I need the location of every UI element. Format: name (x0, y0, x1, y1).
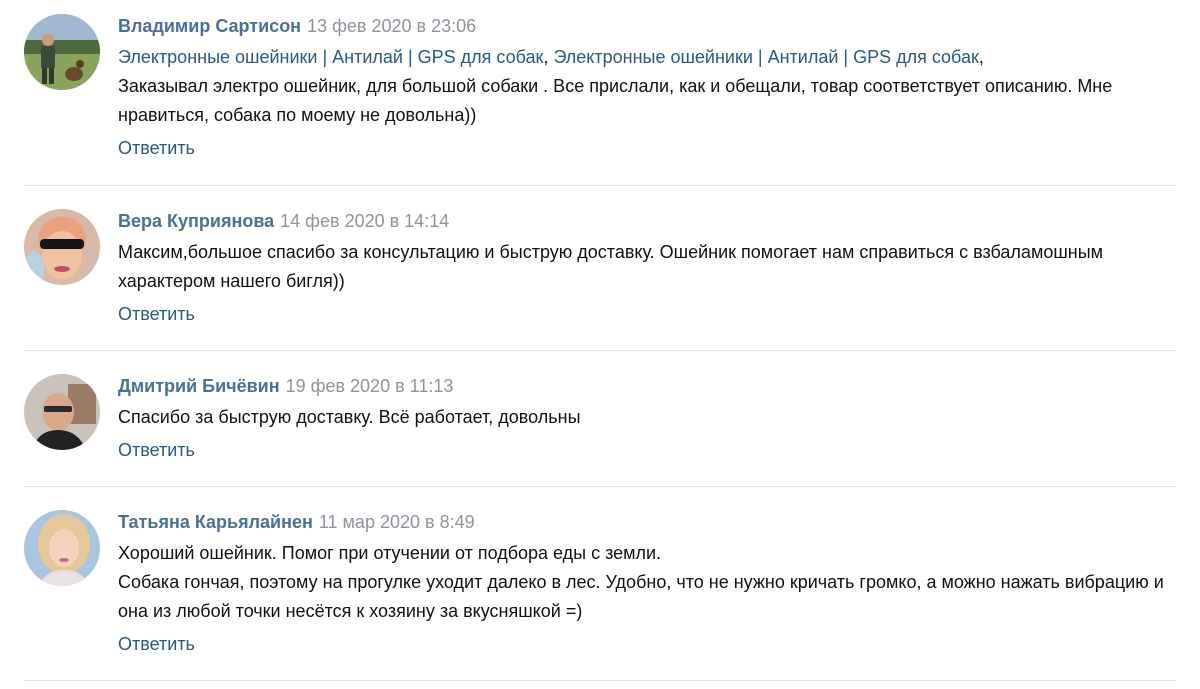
comment-divider (24, 486, 1176, 487)
comment-header: Татьяна Карьялайнен 11 мар 2020 в 8:49 (118, 510, 1176, 534)
comment-header: Дмитрий Бичёвин 19 фев 2020 в 11:13 (118, 374, 1176, 398)
author-name[interactable]: Владимир Сартисон (118, 16, 301, 36)
avatar[interactable] (24, 510, 100, 586)
comment-text-body: Заказывал электро ошейник, для большой с… (118, 76, 1113, 125)
comment-text-body: Спасибо за быструю доставку. Всё работае… (118, 407, 581, 427)
comment-body: Владимир Сартисон 13 фев 2020 в 23:06 Эле… (118, 14, 1176, 160)
comment-text: Максим,большое спасибо за консультацию и… (118, 238, 1176, 296)
comment-text-body: Собака гончая, поэтому на прогулке уходи… (118, 572, 1164, 621)
comment-divider (24, 680, 1176, 681)
comment-date[interactable]: 14 фев 2020 в 14:14 (280, 211, 449, 231)
author-name[interactable]: Вера Куприянова (118, 211, 274, 231)
comment-date[interactable]: 19 фев 2020 в 11:13 (286, 376, 454, 396)
comment-text: Спасибо за быструю доставку. Всё работае… (118, 403, 1176, 432)
comments-feed: Владимир Сартисон 13 фев 2020 в 23:06 Эле… (0, 0, 1200, 689)
reply-button[interactable]: Ответить (118, 302, 195, 326)
mention-line: Электронные ошейники | Антилай | GPS для… (118, 43, 1176, 72)
avatar-photo-icon (24, 510, 100, 586)
reply-button[interactable]: Ответить (118, 438, 195, 462)
comment-body: Вера Куприянова 14 фев 2020 в 14:14 Макси… (118, 209, 1176, 326)
comment-header: Владимир Сартисон 13 фев 2020 в 23:06 (118, 14, 1176, 38)
comment-text-body: Хороший ошейник. Помог при отучении от п… (118, 543, 662, 563)
comment-text: Хороший ошейник. Помог при отучении от п… (118, 539, 1176, 626)
author-name[interactable]: Дмитрий Бичёвин (118, 376, 280, 396)
comment-body: Татьяна Карьялайнен 11 мар 2020 в 8:49 Хо… (118, 510, 1176, 656)
reply-button[interactable]: Ответить (118, 632, 195, 656)
author-name[interactable]: Татьяна Карьялайнен (118, 512, 313, 532)
comment-header: Вера Куприянова 14 фев 2020 в 14:14 (118, 209, 1176, 233)
reply-button[interactable]: Ответить (118, 136, 195, 160)
avatar-photo-icon (24, 209, 100, 285)
avatar-photo-icon (24, 14, 100, 90)
comment-date[interactable]: 11 мар 2020 в 8:49 (319, 512, 475, 532)
avatar[interactable] (24, 374, 100, 450)
avatar[interactable] (24, 14, 100, 90)
avatar-photo-icon (24, 374, 100, 450)
community-link[interactable]: Электронные ошейники | Антилай | GPS для… (553, 47, 978, 67)
comment-body: Дмитрий Бичёвин 19 фев 2020 в 11:13 Спаси… (118, 374, 1176, 462)
comment-date[interactable]: 13 фев 2020 в 23:06 (307, 16, 476, 36)
comment-text-body: Максим,большое спасибо за консультацию и… (118, 242, 1104, 291)
comment-text: Электронные ошейники | Антилай | GPS для… (118, 43, 1176, 130)
community-link[interactable]: Электронные ошейники | Антилай | GPS для… (118, 47, 543, 67)
avatar[interactable] (24, 209, 100, 285)
link-separator: , (978, 47, 984, 67)
link-separator: , (543, 47, 549, 67)
comment-divider (24, 350, 1176, 351)
comment-divider (24, 185, 1176, 186)
